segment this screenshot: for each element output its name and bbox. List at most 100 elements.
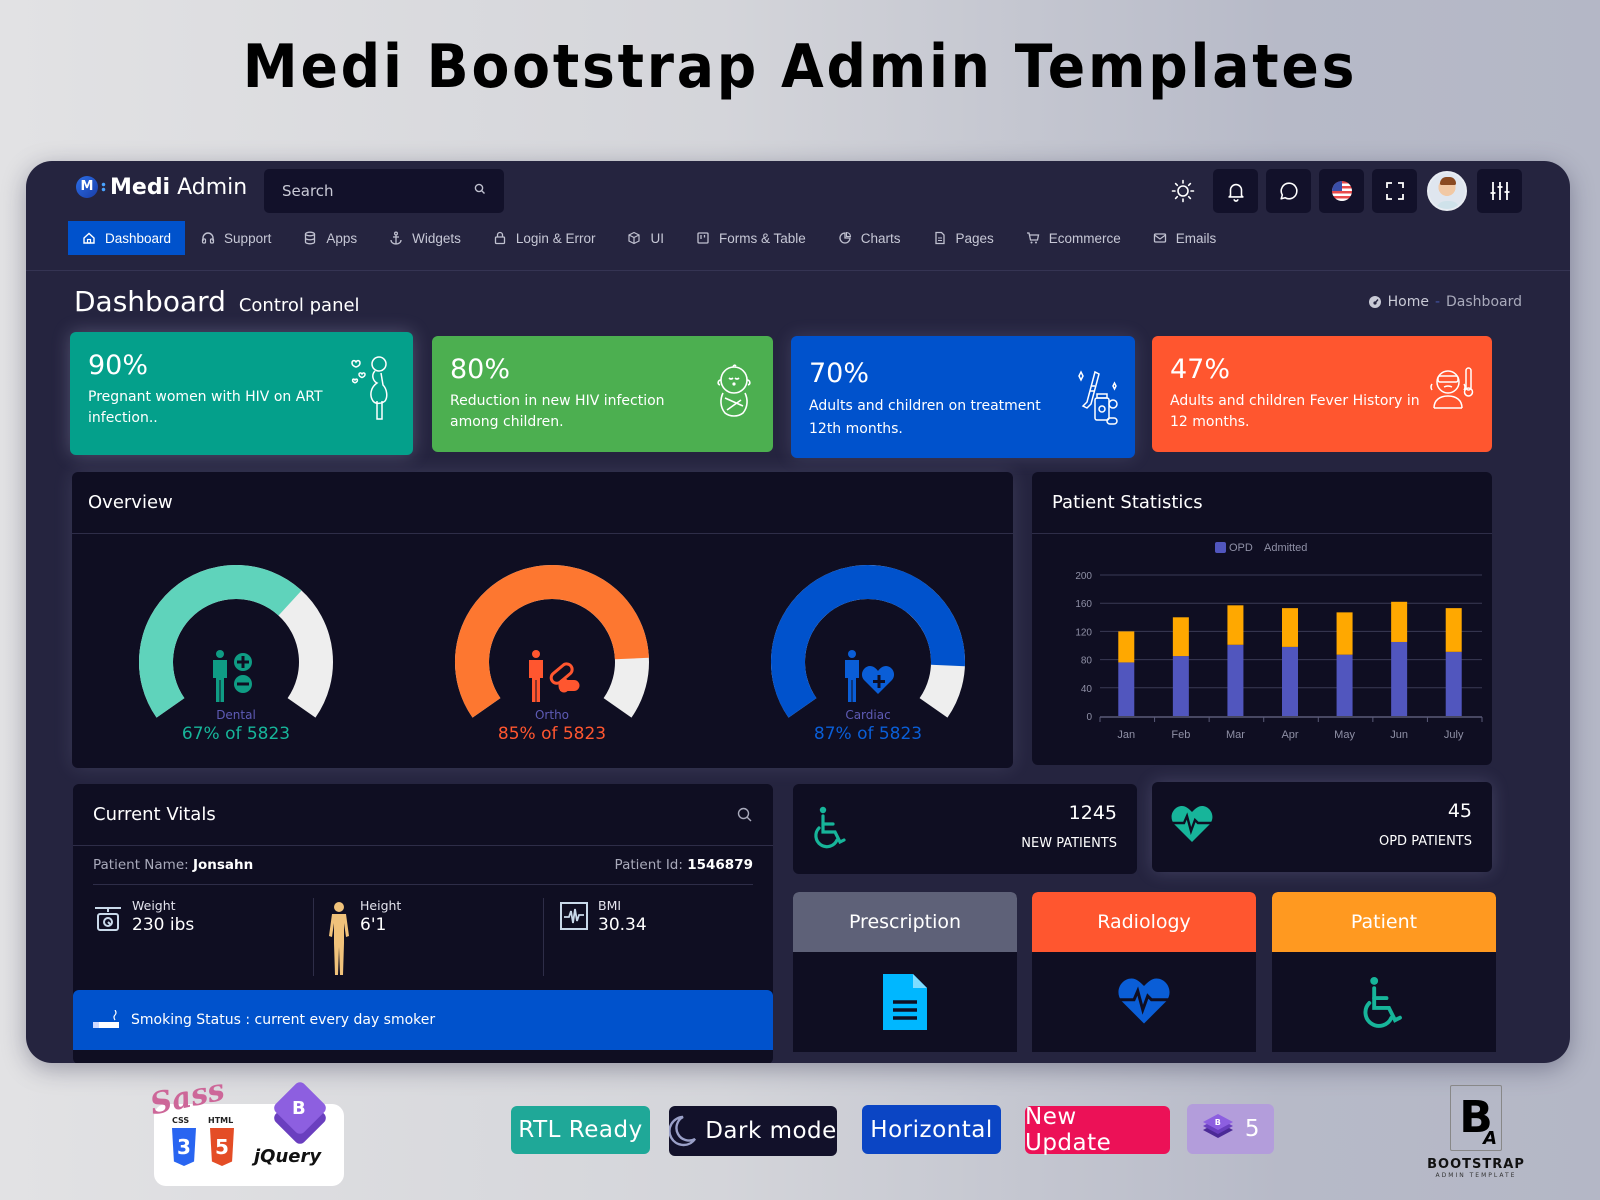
legend-label-admitted: Admitted bbox=[1264, 542, 1307, 554]
y-tick-label: 80 bbox=[1081, 656, 1093, 667]
gauge-value: 67% of 5823 bbox=[181, 724, 291, 744]
gauge-value: 87% of 5823 bbox=[813, 724, 923, 744]
body-icon bbox=[329, 902, 349, 975]
main-nav: Dashboard Support Apps Widgets Login & Error… bbox=[68, 221, 1232, 255]
gauge-dental: Dental 67% of 5823 bbox=[126, 564, 346, 764]
cart-icon bbox=[1026, 232, 1040, 244]
bell-icon bbox=[1227, 183, 1244, 202]
y-tick-label: 200 bbox=[1075, 571, 1092, 582]
promo-title: Medi Bootstrap Admin Templates bbox=[242, 32, 1358, 102]
logo-text-light: Admin bbox=[177, 175, 248, 200]
page-title-text: Dashboard bbox=[74, 285, 226, 318]
prescription-tile-header: Prescription bbox=[793, 892, 1017, 952]
dashboard-window: M Medi Admin Search Dashboard Support Ap… bbox=[26, 161, 1570, 1063]
page-title: Dashboard Control panel bbox=[74, 285, 360, 318]
search-input[interactable] bbox=[282, 182, 452, 200]
stat-card-hiv-art: 90% Pregnant women with HIV on ART infec… bbox=[70, 332, 413, 455]
vital-label: Weight bbox=[132, 898, 176, 913]
wheelchair-icon bbox=[1363, 976, 1402, 1028]
fullscreen-icon bbox=[1385, 182, 1404, 200]
bootstrap-admin-logo: BA BOOTSTRAP ADMIN TEMPLATE bbox=[1412, 1085, 1540, 1185]
bar-opd-july bbox=[1445, 651, 1462, 716]
opd-patients-value: 45 bbox=[1447, 800, 1472, 822]
nav-item-ui[interactable]: UI bbox=[611, 221, 680, 255]
nav-item-label: Login & Error bbox=[515, 230, 596, 246]
new-patients-label: NEW PATIENTS bbox=[1021, 836, 1117, 851]
nav-item-login-error[interactable]: Login & Error bbox=[477, 221, 612, 255]
messages-button[interactable] bbox=[1266, 169, 1311, 213]
rtl-ready-badge: RTL Ready bbox=[511, 1106, 650, 1154]
patient-tile[interactable]: Patient bbox=[1272, 892, 1496, 1052]
nav-item-widgets[interactable]: Widgets bbox=[373, 221, 477, 255]
x-tick-label: Jun bbox=[1390, 729, 1408, 741]
scale-icon bbox=[95, 907, 121, 931]
nav-item-apps[interactable]: Apps bbox=[287, 221, 373, 255]
gauge-cardiac: Cardiac 87% of 5823 bbox=[758, 564, 978, 764]
new-update-badge: New Update bbox=[1025, 1104, 1170, 1156]
search-icon[interactable] bbox=[474, 183, 486, 199]
notifications-button[interactable] bbox=[1213, 169, 1258, 213]
vital-height: Height 6'1 bbox=[324, 898, 402, 975]
header-actions bbox=[1160, 169, 1522, 213]
settings-button[interactable] bbox=[1477, 169, 1522, 213]
tech-logos: Sass 3 CSS 5 HTML B jQuery bbox=[147, 1073, 350, 1186]
theme-toggle-button[interactable] bbox=[1160, 169, 1205, 213]
nav-item-label: Emails bbox=[1175, 230, 1217, 246]
y-tick-label: 0 bbox=[1086, 712, 1092, 723]
search-box[interactable] bbox=[264, 169, 504, 213]
ba-logo-sub-letter: A bbox=[1483, 1128, 1497, 1149]
language-button[interactable] bbox=[1319, 169, 1364, 213]
gauge-label: Cardiac bbox=[845, 708, 891, 722]
fullscreen-button[interactable] bbox=[1372, 169, 1417, 213]
database-icon bbox=[305, 231, 316, 245]
bar-opd-feb bbox=[1172, 656, 1189, 716]
new-patients-card: 1245 NEW PATIENTS bbox=[793, 784, 1137, 874]
heartbeat-icon bbox=[1118, 978, 1170, 1024]
nav-item-pages[interactable]: Pages bbox=[917, 221, 1010, 255]
breadcrumb-home[interactable]: Home bbox=[1388, 294, 1429, 310]
nav-item-emails[interactable]: Emails bbox=[1137, 221, 1233, 255]
vital-separator bbox=[543, 898, 544, 976]
nav-item-forms-table[interactable]: Forms & Table bbox=[680, 221, 822, 255]
logo-text-bold: Medi bbox=[110, 175, 171, 200]
avatar[interactable] bbox=[1427, 171, 1467, 211]
stat-card-hiv-children: 80% Reduction in new HIV infection among… bbox=[432, 336, 773, 452]
legend-swatch-opd bbox=[1215, 542, 1226, 553]
home-icon bbox=[83, 232, 95, 244]
bar-admitted-may bbox=[1336, 612, 1353, 655]
vital-label: BMI bbox=[598, 898, 622, 913]
radiology-tile[interactable]: Radiology bbox=[1032, 892, 1256, 1052]
bar-opd-apr bbox=[1282, 646, 1298, 716]
x-tick-label: Apr bbox=[1281, 729, 1298, 741]
bar-admitted-july bbox=[1445, 608, 1462, 652]
x-tick-label: Jan bbox=[1117, 729, 1135, 741]
header-divider bbox=[26, 270, 1570, 271]
patient-statistics-title: Patient Statistics bbox=[1032, 472, 1492, 534]
gauge-label: Ortho bbox=[534, 708, 570, 722]
stat-card-value: 80% bbox=[450, 354, 511, 385]
legend-label-opd: OPD bbox=[1229, 542, 1253, 554]
badge-label: Dark mode bbox=[705, 1118, 837, 1144]
nav-item-support[interactable]: Support bbox=[185, 221, 287, 255]
y-tick-label: 120 bbox=[1075, 627, 1092, 638]
nav-item-ecommerce[interactable]: Ecommerce bbox=[1010, 221, 1137, 255]
prescription-tile[interactable]: Prescription bbox=[793, 892, 1017, 1052]
bootstrap-icon: B bbox=[1202, 1114, 1233, 1138]
search-icon[interactable] bbox=[737, 807, 753, 823]
app-logo[interactable]: M Medi Admin bbox=[76, 175, 247, 200]
bar-opd-jun bbox=[1391, 641, 1408, 716]
bar-opd-mar bbox=[1227, 644, 1244, 716]
bootstrap5-badge: B 5 bbox=[1187, 1104, 1274, 1154]
pregnant-woman-icon bbox=[351, 356, 388, 420]
heartbeat-icon bbox=[1171, 806, 1213, 842]
vital-label: Height bbox=[360, 898, 402, 913]
nav-item-dashboard[interactable]: Dashboard bbox=[68, 221, 186, 255]
chat-icon bbox=[1279, 182, 1298, 200]
ortho-icon bbox=[529, 650, 580, 702]
gauge-value: 85% of 5823 bbox=[497, 724, 607, 744]
badge-label: Horizontal bbox=[870, 1116, 993, 1143]
vital-value: 230 ibs bbox=[132, 915, 195, 935]
patient-id: Patient Id: 1546879 bbox=[615, 857, 753, 873]
patient-id-value: 1546879 bbox=[687, 857, 753, 873]
nav-item-charts[interactable]: Charts bbox=[822, 221, 917, 255]
